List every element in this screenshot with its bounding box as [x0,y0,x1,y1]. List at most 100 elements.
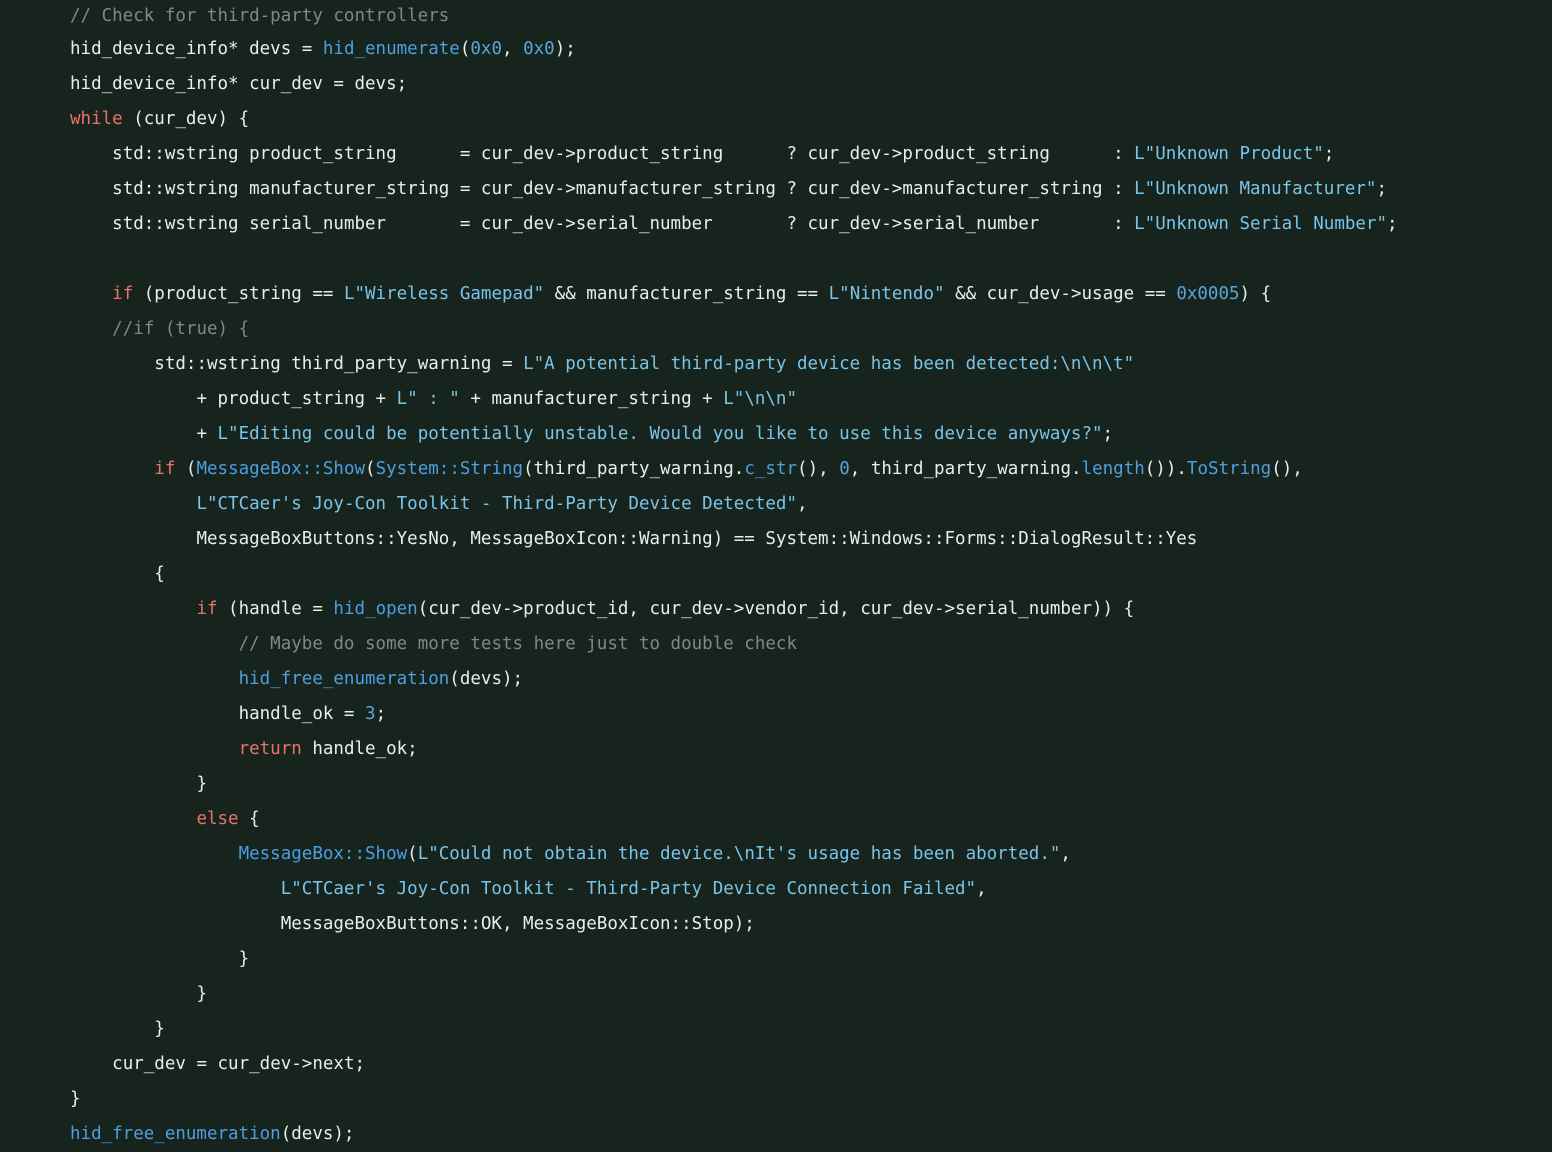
code-token-func: length [1081,459,1145,479]
code-line[interactable]: + L"Editing could be potentially unstabl… [0,417,1552,452]
code-token-default: (handle = [217,599,334,619]
code-token-string: L"A potential third-party device has bee… [523,354,1135,374]
code-token-default: } [196,984,207,1004]
code-line[interactable]: } [0,977,1552,1012]
code-line[interactable]: L"CTCaer's Joy-Con Toolkit - Third-Party… [0,872,1552,907]
code-token-default: + [196,424,218,444]
code-line[interactable]: std::wstring product_string = cur_dev->p… [0,137,1552,172]
code-token-default: (), [1271,459,1303,479]
code-token-default: } [238,949,250,969]
code-token-default: cur_dev = cur_dev->next; [112,1054,366,1074]
code-token-default: } [196,774,207,794]
code-token-keyword: return [238,739,302,759]
code-token-default: ( [175,459,197,479]
code-line[interactable]: //if (true) { [0,312,1552,347]
code-line[interactable]: if (handle = hid_open(cur_dev->product_i… [0,592,1552,627]
code-token-default: (product_string == [133,284,344,304]
code-line[interactable]: MessageBoxButtons::YesNo, MessageBoxIcon… [0,522,1552,557]
code-token-string: L"Wireless Gamepad" [343,284,545,304]
code-token-keyword: if [196,599,218,619]
code-line[interactable]: hid_device_info* devs = hid_enumerate(0x… [0,32,1552,67]
code-token-default: } [70,1089,81,1109]
code-line[interactable]: // Check for third-party controllers [0,0,1552,32]
code-token-func: MessageBox::Show [196,459,366,479]
code-line[interactable]: MessageBoxButtons::OK, MessageBoxIcon::S… [0,907,1552,942]
code-line[interactable]: + product_string + L" : " + manufacturer… [0,382,1552,417]
code-token-default: && cur_dev->usage == [944,284,1177,304]
code-line[interactable]: handle_ok = 3; [0,697,1552,732]
code-line[interactable]: while (cur_dev) { [0,102,1552,137]
code-line[interactable]: MessageBox::Show(L"Could not obtain the … [0,837,1552,872]
code-line[interactable]: // Maybe do some more tests here just to… [0,627,1552,662]
code-line[interactable]: } [0,1012,1552,1047]
code-token-default: ; [1387,214,1398,234]
code-line[interactable]: } [0,767,1552,802]
code-token-func: System::String [375,459,524,479]
code-token-comment: // Check for third-party controllers [70,6,450,26]
code-line[interactable]: std::wstring manufacturer_string = cur_d… [0,172,1552,207]
code-token-string: L"Nintendo" [828,284,945,304]
code-token-string: L"CTCaer's Joy-Con Toolkit - Third-Party… [196,494,797,514]
code-editor-surface: // Check for third-party controllers hid_… [0,0,1552,1151]
code-token-default: } [154,1019,165,1039]
code-token-default: ()). [1144,459,1187,479]
code-token-string: L"Unknown Serial Number" [1134,214,1388,234]
code-token-default: { [238,809,260,829]
code-token-default: hid_device_info* devs = [70,39,323,59]
code-line[interactable]: } [0,1082,1552,1117]
code-line[interactable]: return handle_ok; [0,732,1552,767]
code-token-default: && manufacturer_string == [544,284,829,304]
code-line[interactable]: else { [0,802,1552,837]
code-token-default: ; [1102,424,1114,444]
code-lines-container: // Check for third-party controllers hid_… [0,0,1552,1152]
code-line[interactable]: hid_free_enumeration(devs); [0,662,1552,697]
code-line[interactable]: std::wstring serial_number = cur_dev->se… [0,207,1552,242]
code-token-string: L"CTCaer's Joy-Con Toolkit - Third-Party… [280,879,977,899]
code-token-default: ); [554,39,576,59]
code-line[interactable]: if (MessageBox::Show(System::String(thir… [0,452,1552,487]
code-token-default: ; [1376,179,1388,199]
code-token-default: std::wstring product_string = cur_dev->p… [112,144,1135,164]
code-line[interactable]: cur_dev = cur_dev->next; [0,1047,1552,1082]
code-token-default: (devs); [280,1124,355,1144]
code-line[interactable] [0,242,1552,277]
code-line[interactable]: hid_device_info* cur_dev = devs; [0,67,1552,102]
code-token-default: , [1060,844,1071,864]
code-token-string: L"\n\n" [723,389,798,409]
code-token-default: ; [375,704,387,724]
code-line[interactable]: L"CTCaer's Joy-Con Toolkit - Third-Party… [0,487,1552,522]
code-token-default: + product_string + [196,389,397,409]
code-token-keyword: if [112,284,134,304]
code-token-func: hid_free_enumeration [70,1124,281,1144]
code-token-number: 3 [365,704,376,724]
code-token-default: + manufacturer_string + [459,389,724,409]
code-line[interactable]: if (product_string == L"Wireless Gamepad… [0,277,1552,312]
code-token-string: L"Editing could be potentially unstable.… [217,424,1103,444]
code-token-default: std::wstring manufacturer_string = cur_d… [112,179,1135,199]
code-line[interactable]: std::wstring third_party_warning = L"A p… [0,347,1552,382]
code-line[interactable]: { [0,557,1552,592]
code-line[interactable]: } [0,942,1552,977]
code-line[interactable]: hid_free_enumeration(devs); [0,1117,1552,1152]
code-token-default: handle_ok; [301,739,418,759]
code-token-default: (devs); [449,669,524,689]
code-token-func: hid_open [333,599,418,619]
code-token-default: , third_party_warning. [849,459,1082,479]
code-token-func: hid_free_enumeration [238,669,450,689]
code-token-func: ToString [1186,459,1272,479]
